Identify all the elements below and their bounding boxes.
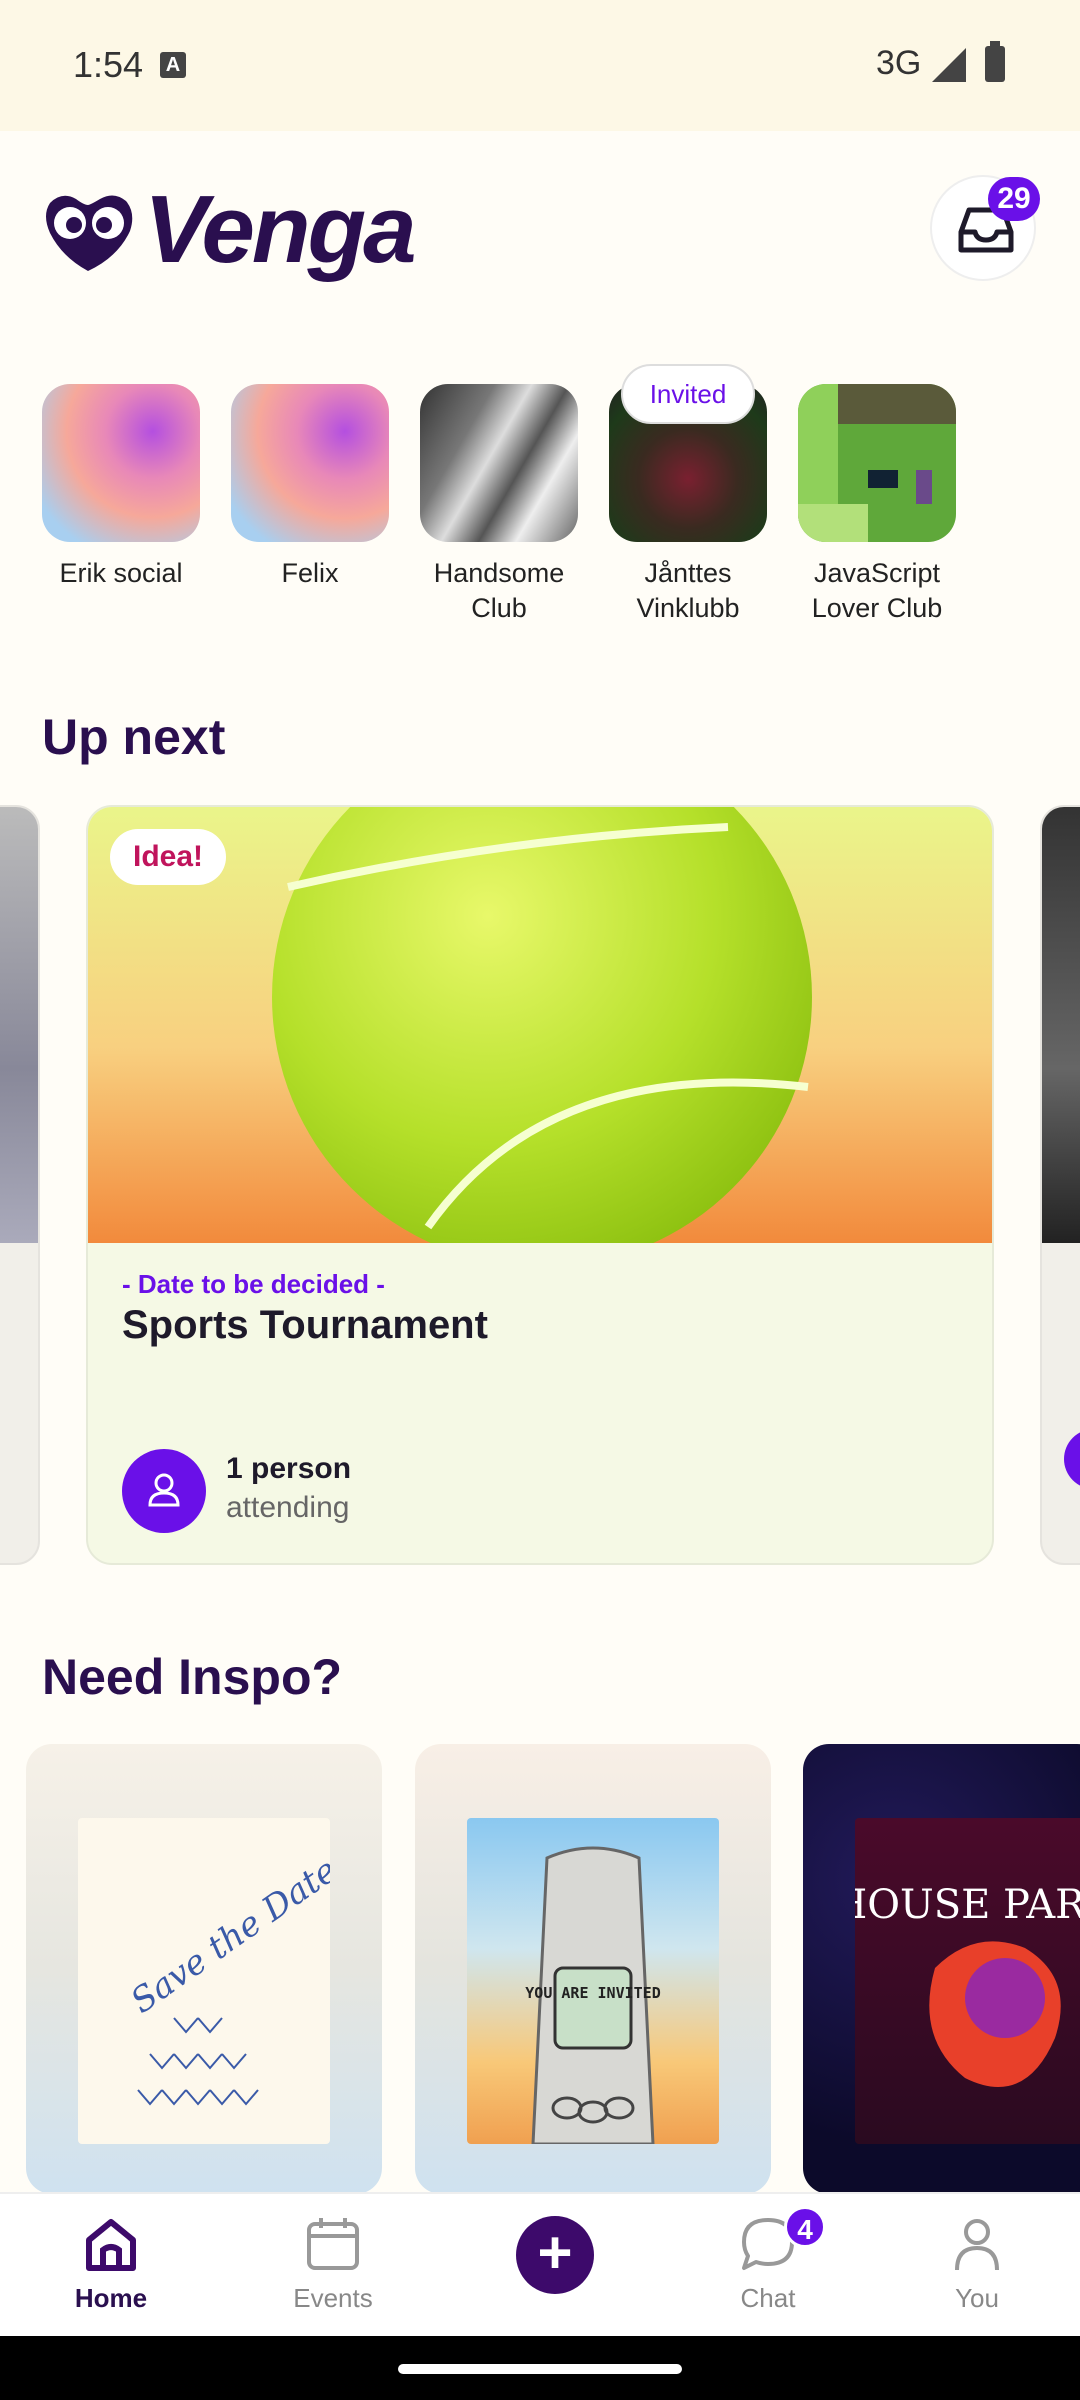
gesture-bar [0,2336,1080,2400]
network-type: 3G [876,44,922,82]
inbox-button[interactable]: 29 [930,175,1040,281]
event-image [88,807,992,1267]
inspo-card-save-the-date[interactable]: Save the Date [26,1744,382,2194]
home-icon [86,2219,136,2271]
event-date: - Date to be decided - [122,1269,385,1299]
attendee-avatar [122,1449,206,1533]
chat-unread-badge: 4 [784,2206,826,2248]
nav-you[interactable]: You [902,2214,1052,2314]
person-icon [148,1473,180,1507]
phone-icon: YOU ARE INVITED [525,1846,661,2146]
groups-carousel: Erik social Felix Handsome Club Invited … [42,362,1062,642]
group-javascript-lover-club[interactable]: JavaScript Lover Club [798,384,956,626]
event-card[interactable]: Idea! - Date to be decided - Sports Tour… [86,805,994,1565]
status-time: 1:54 [73,44,144,85]
group-label: Handsome Club [433,558,565,623]
group-handsome-club[interactable]: Handsome Club [420,384,578,626]
nav-label: Chat [740,2283,796,2313]
signal-icon [932,48,966,82]
group-janttes-vinklubb[interactable]: Invited Jånttes Vinklubb [609,364,767,626]
group-label: Jånttes Vinklubb [636,558,740,623]
champagne-tower-icon: Save the Date [124,1850,344,2106]
need-inspo-heading: Need Inspo? [42,1649,343,1705]
inspo-card-text: YOU ARE INVITED [525,1984,660,2002]
create-event-button[interactable]: + [516,2216,594,2294]
group-label: JavaScript Lover Club [811,558,943,623]
attendee-count: 1 person [226,1452,352,1485]
nav-home[interactable]: Home [36,2214,186,2314]
disco-ball-icon: HOUSE PARTY [832,1882,1080,2087]
app-logo: Venga [40,176,417,283]
group-label: Erik social [59,558,183,588]
idea-badge: Idea! [110,829,226,885]
person-icon [955,2219,999,2271]
home-indicator[interactable] [398,2364,682,2374]
attendee-status: attending [226,1491,350,1524]
nav-label: You [955,2283,999,2313]
venga-mascot-icon [40,185,138,275]
inspo-card-house-party[interactable]: HOUSE PARTY [803,1744,1080,2194]
nav-label: Home [74,2283,148,2313]
app-name: Venga [144,176,417,283]
group-thumbnail [42,384,200,542]
bottom-nav: Home Events + Chat 4 You [0,2192,1080,2336]
next-event-card[interactable] [1040,805,1080,1565]
previous-event-card[interactable] [0,805,40,1565]
group-felix[interactable]: Felix [231,384,389,591]
invited-badge: Invited [621,364,755,424]
group-erik-social[interactable]: Erik social [42,384,200,591]
group-label: Felix [281,558,339,588]
inspo-card-text: HOUSE PARTY [855,1882,1080,1928]
up-next-heading: Up next [42,709,226,765]
nav-events[interactable]: Events [258,2214,408,2314]
notification-a-icon: A [160,52,186,78]
calendar-icon [307,2218,359,2270]
inspo-card-text: Save the Date [124,1850,330,2021]
event-title: Sports Tournament [122,1303,488,1347]
group-thumbnail [798,384,956,542]
status-bar: 1:54 A 3G [0,0,1080,131]
group-thumbnail [231,384,389,542]
inspo-card-you-are-invited[interactable]: YOU ARE INVITED [415,1744,771,2194]
nav-label: Events [293,2283,373,2313]
group-thumbnail [420,384,578,542]
inbox-count-badge: 29 [988,177,1040,221]
plus-icon: + [537,2219,573,2286]
battery-icon [985,41,1005,82]
